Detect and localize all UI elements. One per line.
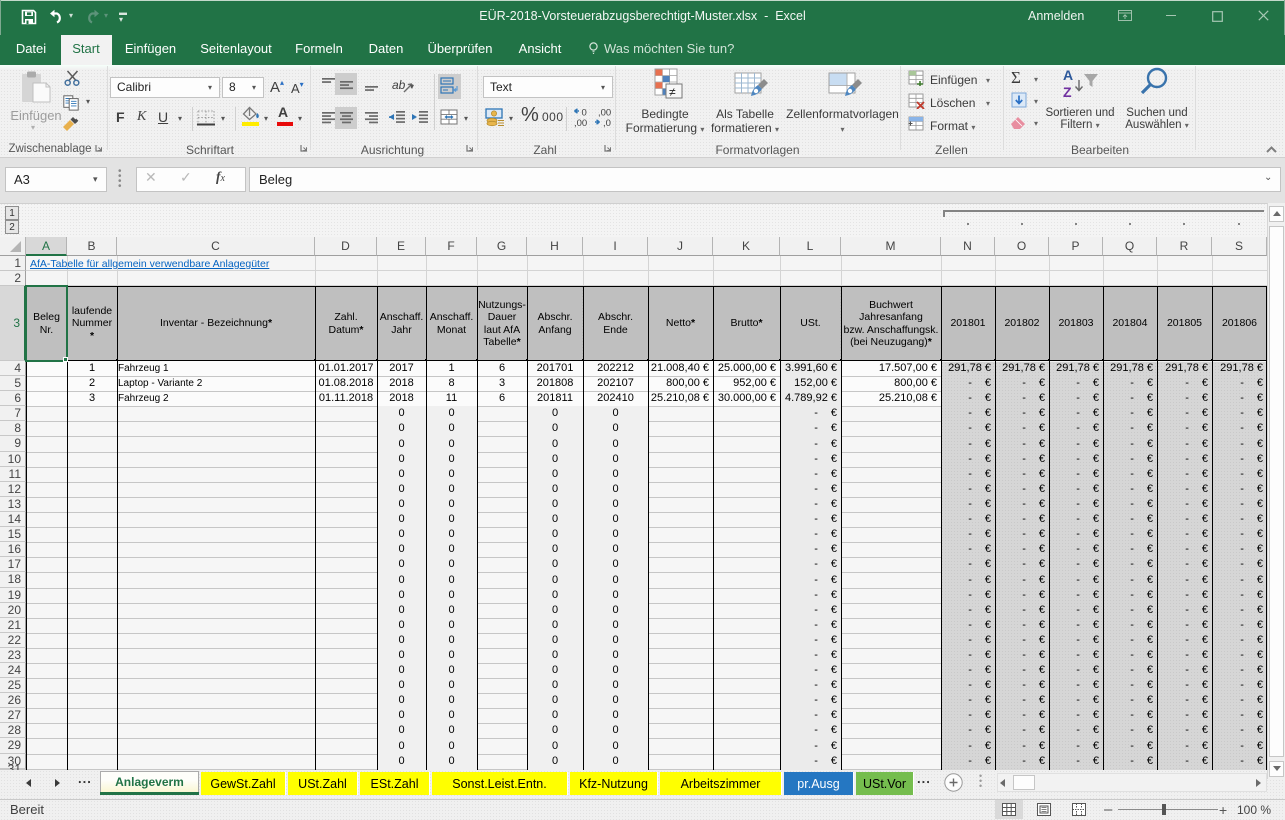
svg-text:,00: ,00 xyxy=(574,118,587,128)
svg-text:0: 0 xyxy=(582,108,587,119)
svg-text:,0: ,0 xyxy=(603,118,611,128)
svg-text:ab: ab xyxy=(392,78,406,92)
svg-text:A: A xyxy=(1063,67,1073,83)
svg-text:Z: Z xyxy=(1063,84,1072,100)
svg-text:,00: ,00 xyxy=(598,108,611,119)
svg-text:≠: ≠ xyxy=(669,85,676,99)
